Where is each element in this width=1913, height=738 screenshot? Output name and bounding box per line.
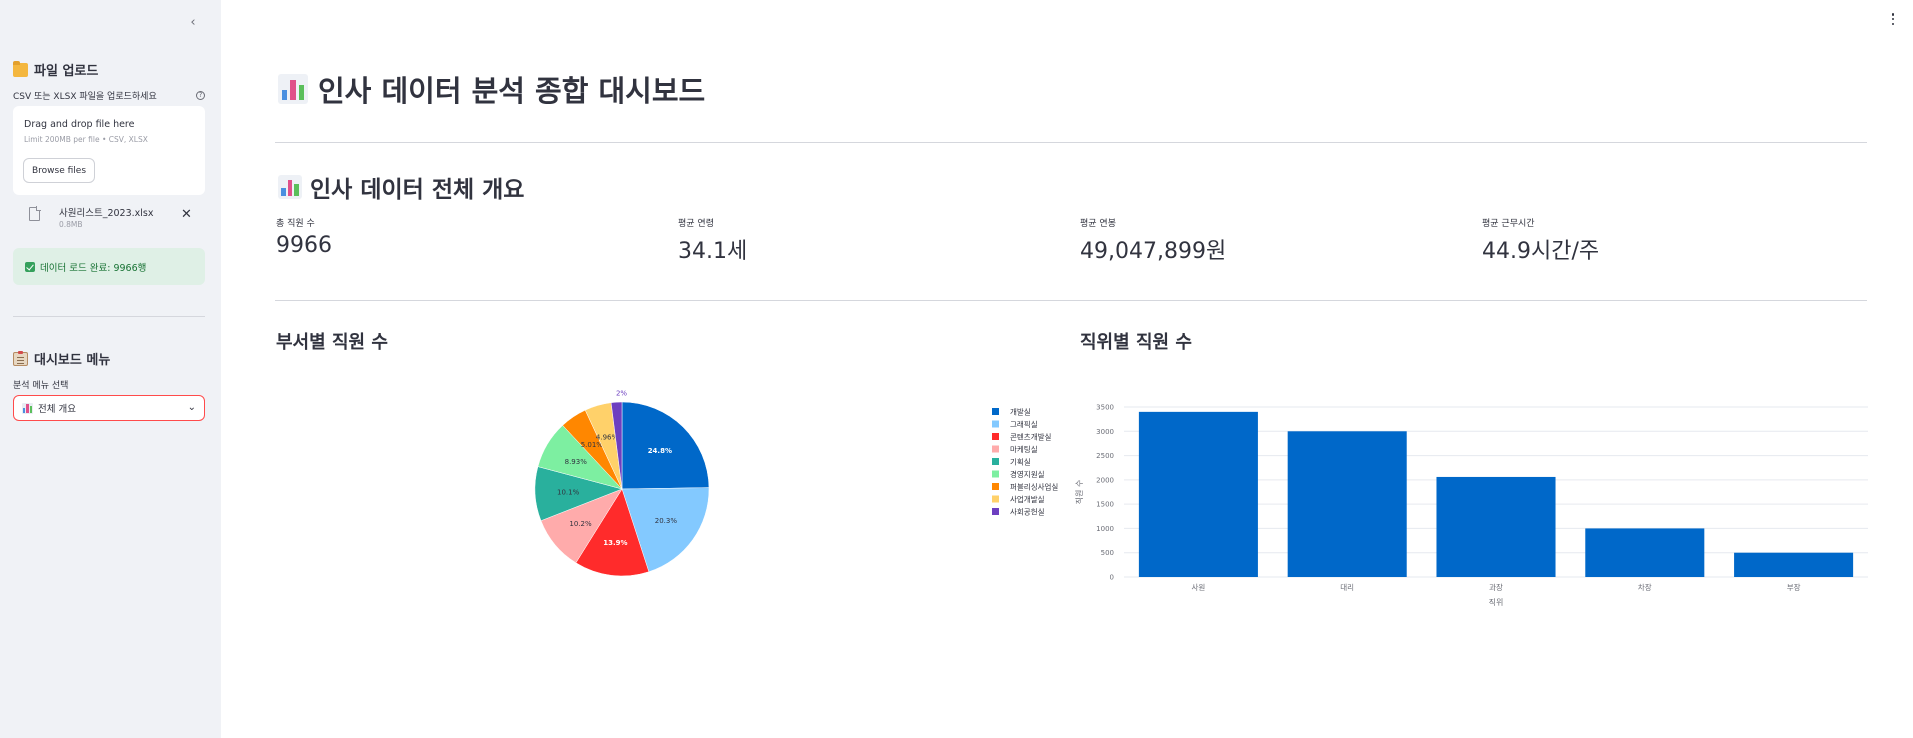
bar	[1287, 431, 1407, 577]
legend-label: 경영지원실	[1010, 469, 1045, 479]
y-tick-label: 0	[1110, 574, 1114, 582]
pie-value-label: 24.8%	[648, 447, 672, 455]
pie-value-label: 20.3%	[655, 517, 678, 525]
pie-value-label: 10.1%	[557, 489, 580, 497]
legend-label: 콘텐츠개발실	[1010, 432, 1051, 442]
legend-label: 기획실	[1010, 457, 1031, 467]
pie-value-label: 13.9%	[603, 539, 627, 547]
legend-swatch	[992, 445, 999, 453]
legend-swatch	[992, 508, 999, 515]
bar	[1734, 552, 1854, 577]
pie-value-label: 2%	[616, 390, 627, 398]
x-tick-label: 대리	[1340, 583, 1354, 592]
x-tick-label: 차장	[1638, 582, 1652, 592]
y-tick-label: 500	[1101, 549, 1114, 557]
app-root: ‹ 파일 업로드 CSV 또는 XLSX 파일을 업로드하세요 ? Drag a…	[0, 0, 1913, 738]
x-tick-label: 사원	[1191, 583, 1205, 592]
legend-label: 퍼블리싱사업실	[1010, 482, 1058, 492]
y-tick-label: 1000	[1096, 525, 1114, 533]
legend-label: 개발실	[1010, 407, 1031, 417]
y-axis-label: 직원 수	[1074, 480, 1084, 505]
pie-value-label: 10.2%	[569, 520, 592, 528]
y-tick-label: 1500	[1096, 501, 1114, 509]
legend-swatch	[992, 433, 999, 440]
legend-swatch	[992, 470, 999, 478]
legend-label: 마케팅실	[1010, 444, 1038, 454]
legend-label: 그래픽실	[1010, 419, 1038, 429]
x-tick-label: 부장	[1787, 582, 1801, 592]
legend-swatch	[992, 408, 999, 415]
legend-swatch	[992, 483, 999, 490]
y-tick-label: 2500	[1096, 452, 1114, 460]
legend-swatch	[992, 495, 999, 503]
bar	[1585, 528, 1705, 577]
x-tick-label: 과장	[1489, 582, 1503, 592]
y-tick-label: 3000	[1096, 428, 1114, 436]
legend-label: 사회공헌실	[1010, 507, 1045, 517]
y-tick-label: 3500	[1096, 404, 1114, 412]
bar	[1436, 476, 1556, 577]
pie-value-label: 8.93%	[565, 458, 588, 466]
legend-label: 사업개발실	[1010, 494, 1045, 504]
legend-swatch	[992, 420, 999, 428]
y-tick-label: 2000	[1096, 476, 1114, 484]
legend-swatch	[992, 458, 999, 465]
charts-canvas: 24.8%20.3%13.9%10.2%10.1%8.93%5.01%4.96%…	[534, 390, 1868, 607]
pie-slice	[621, 401, 710, 490]
bar	[1138, 411, 1258, 577]
x-axis-label: 직위	[1489, 597, 1504, 607]
